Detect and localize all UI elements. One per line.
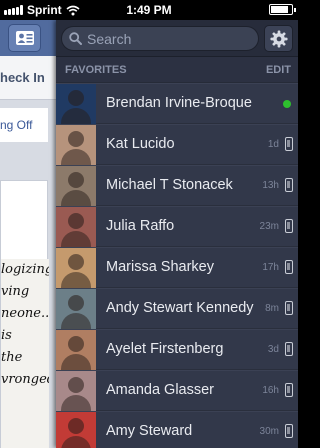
search-field[interactable] (61, 26, 259, 51)
mobile-phone-icon (285, 342, 293, 356)
contact-name: Kat Lucido (106, 136, 175, 152)
search-input[interactable] (87, 30, 237, 47)
contact-name: Ayelet Firstenberg (106, 341, 224, 357)
mobile-phone-icon (285, 137, 293, 151)
status-time: 1:49 PM (126, 3, 172, 17)
avatar (56, 84, 96, 124)
last-active-time: 17h (262, 262, 279, 273)
contact-name: Brendan Irvine-Broque (106, 95, 252, 111)
status-bar: Sprint 1:49 PM (0, 0, 298, 20)
settings-button[interactable] (264, 25, 293, 52)
post-line: logizing (1, 262, 49, 277)
online-status-icon (283, 100, 291, 108)
post-line: is (1, 328, 12, 343)
contact-row[interactable]: Kat Lucido 1d (56, 124, 298, 165)
contact-row[interactable]: Amanda Glasser 16h (56, 370, 298, 411)
contact-row[interactable]: Michael T Stonacek 13h (56, 165, 298, 206)
contact-row[interactable]: Brendan Irvine-Broque (56, 83, 298, 124)
contact-name: Amy Steward (106, 423, 193, 439)
favorites-header: FAVORITES EDIT (56, 57, 298, 83)
contact-row[interactable]: Ayelet Firstenberg 3d (56, 329, 298, 370)
contact-name: Andy Stewart Kennedy (106, 300, 254, 316)
contact-name: Michael T Stonacek (106, 177, 233, 193)
avatar (56, 125, 96, 165)
feed-post: logizing ving neone... is the vronged (0, 180, 49, 448)
news-feed-background: heck In ng Off logizing ving neone... is… (0, 20, 56, 448)
avatar (56, 412, 96, 448)
avatar (56, 330, 96, 370)
post-line: ving (1, 284, 30, 299)
mobile-phone-icon (285, 178, 293, 192)
mobile-phone-icon (285, 383, 293, 397)
mobile-phone-icon (285, 424, 293, 438)
menu-button[interactable] (8, 24, 41, 52)
feed-post-image: logizing ving neone... is the vronged (1, 259, 49, 448)
search-bar (56, 20, 298, 57)
checkin-button[interactable]: heck In (0, 56, 56, 100)
last-active-time: 1d (267, 139, 279, 150)
last-active-time: 8m (265, 303, 279, 314)
avatar (56, 371, 96, 411)
post-line: neone... (1, 306, 49, 321)
avatar (56, 166, 96, 206)
contact-name: Julia Raffo (106, 218, 175, 234)
last-active-time: 3d (267, 344, 279, 355)
avatar (56, 289, 96, 329)
contact-row[interactable]: Andy Stewart Kennedy 8m (56, 288, 298, 329)
mobile-phone-icon (285, 260, 293, 274)
contact-name: Amanda Glasser (106, 382, 214, 398)
favorites-title: FAVORITES (65, 64, 127, 76)
last-active-time: 30m (259, 426, 279, 437)
contact-row[interactable]: Amy Steward 30m (56, 411, 298, 448)
last-active-time: 16h (262, 385, 279, 396)
post-line: vronged (1, 372, 49, 387)
battery-icon (269, 4, 296, 15)
contact-row[interactable]: Julia Raffo 23m (56, 206, 298, 247)
friends-list-icon (15, 31, 34, 45)
favorites-list: Brendan Irvine-Broque Kat Lucido 1d Michael… (56, 83, 298, 448)
post-line: the (1, 350, 23, 365)
chat-sidebar: FAVORITES EDIT Brendan Irvine-Broque Kat … (56, 20, 298, 448)
mobile-phone-icon (285, 301, 293, 315)
gear-icon (269, 29, 288, 48)
avatar (56, 207, 96, 247)
feed-nav-bar (0, 20, 56, 56)
last-active-time: 23m (259, 221, 279, 232)
edit-button[interactable]: EDIT (266, 64, 291, 76)
search-icon (69, 32, 82, 45)
mobile-phone-icon (285, 219, 293, 233)
feed-card-text: ng Off (0, 108, 48, 142)
last-active-time: 13h (262, 180, 279, 191)
contact-row[interactable]: Marissa Sharkey 17h (56, 247, 298, 288)
contact-name: Marissa Sharkey (106, 259, 214, 275)
avatar (56, 248, 96, 288)
